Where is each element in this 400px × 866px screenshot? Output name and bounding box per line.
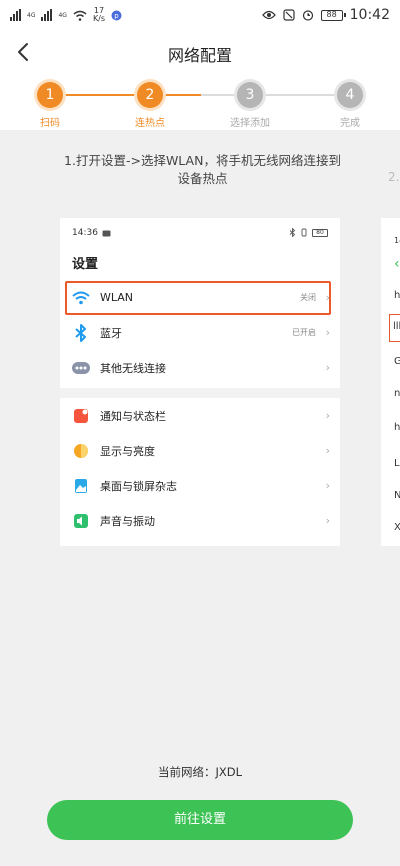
step-3: 3 选择添加	[210, 82, 290, 129]
wifi-icon	[73, 10, 87, 21]
current-network-label: 当前网络：JXDL	[157, 765, 243, 779]
settings-item-label: 桌面与锁屏杂志	[100, 479, 177, 493]
chevron-right-icon: ›	[325, 479, 330, 492]
network-speed-unit: K/s	[92, 14, 106, 23]
signal-label: 4G	[27, 11, 36, 19]
peek-text: n	[394, 388, 400, 399]
preview-battery-icon: 80	[312, 228, 328, 237]
wallpaper-icon	[72, 477, 90, 495]
step-number: 1	[37, 82, 63, 108]
progress-steps: 1 扫码 2 连热点 3 选择添加 4 完成	[0, 74, 400, 130]
page-title: 网络配置	[167, 46, 232, 65]
step-4: 4 完成	[310, 82, 390, 129]
chevron-left-icon: ‹	[394, 256, 400, 272]
next-instruction-peek: 2.	[388, 170, 400, 184]
peek-text: 14	[394, 236, 400, 245]
settings-item-label: 蓝牙	[100, 326, 122, 340]
settings-item-wallpaper[interactable]: 桌面与锁屏杂志 ›	[60, 468, 340, 503]
signal-icon	[10, 9, 21, 21]
settings-item-label: 声音与振动	[100, 514, 155, 528]
go-to-settings-button[interactable]: 前往设置	[47, 800, 353, 840]
peek-highlight: lll	[389, 314, 400, 342]
alarm-icon	[302, 10, 313, 21]
mute-icon	[283, 9, 295, 21]
instruction-text: 1.打开设置->选择WLAN，将手机无线网络连接到设备热点	[64, 153, 341, 186]
status-time: 10:42	[349, 7, 390, 23]
step-number: 3	[237, 82, 263, 108]
bluetooth-icon	[72, 323, 90, 342]
display-icon	[72, 442, 90, 460]
peek-text: h	[394, 422, 400, 433]
settings-item-label: 通知与状态栏	[100, 409, 166, 423]
peek-text: h	[394, 290, 400, 301]
app-notification-icon: p	[111, 10, 122, 20]
settings-group-display: 通知与状态栏 › 显示与亮度 › 桌面与锁屏杂志 › 声音与振动 ›	[60, 398, 340, 538]
sound-icon	[72, 512, 90, 530]
nav-header: 网络配置	[0, 30, 400, 74]
step-number: 2	[137, 82, 163, 108]
chevron-right-icon: ›	[325, 409, 330, 422]
battery-icon: 88	[320, 9, 346, 21]
preview-status-bar: 14:36	[72, 228, 111, 238]
chevron-right-icon: ›	[325, 326, 330, 339]
bluetooth-small-icon	[289, 228, 296, 237]
signal-label: 4G	[58, 11, 67, 19]
step-label: 连热点	[135, 118, 165, 129]
chevron-right-icon: ›	[325, 444, 330, 457]
settings-title: 设置	[72, 257, 99, 272]
notification-icon	[72, 407, 90, 425]
peek-text: X	[394, 522, 400, 533]
settings-item-sound[interactable]: 声音与振动 ›	[60, 503, 340, 538]
message-icon	[102, 230, 111, 236]
svg-text:p: p	[114, 12, 119, 20]
step-label: 选择添加	[230, 118, 270, 129]
preview-time: 14:36	[72, 228, 98, 238]
peek-text: N	[394, 490, 400, 501]
signal-icon	[41, 9, 53, 21]
group-divider	[60, 388, 340, 398]
chevron-right-icon: ›	[325, 361, 330, 374]
settings-item-other-wireless[interactable]: 其他无线连接 ›	[60, 350, 340, 385]
peek-text: G	[394, 356, 400, 367]
preview-status-icons: 80	[289, 228, 328, 237]
settings-item-label: 其他无线连接	[100, 361, 166, 375]
chevron-right-icon: ›	[325, 514, 330, 527]
settings-preview-card: 14:36 80 设置 WLAN 关闭 › 蓝牙 已开启 › 其他无线连接 ›	[60, 218, 340, 546]
settings-item-display[interactable]: 显示与亮度 ›	[60, 433, 340, 468]
vibrate-icon	[301, 228, 307, 237]
settings-item-notifications[interactable]: 通知与状态栏 ›	[60, 398, 340, 433]
peek-text: L	[394, 458, 400, 469]
settings-item-label: 显示与亮度	[100, 444, 155, 458]
peek-text: lll	[393, 321, 400, 332]
network-speed: 17 K/s	[93, 7, 105, 23]
wlan-highlight-box	[65, 281, 331, 315]
step-label: 扫码	[40, 118, 60, 129]
settings-item-bluetooth[interactable]: 蓝牙 已开启 ›	[60, 315, 340, 350]
settings-item-value: 已开启	[292, 328, 316, 337]
step-2: 2 连热点	[110, 82, 190, 129]
status-bar: 4G 4G 17 K/s p 88 10:42	[0, 0, 400, 30]
step-1: 1 扫码	[10, 82, 90, 129]
eye-icon	[261, 10, 276, 20]
next-step-preview-card: 14 ‹ h lll G n h L N X	[381, 218, 400, 546]
step-number: 4	[337, 82, 363, 108]
more-icon	[72, 359, 90, 377]
step-label: 完成	[340, 118, 360, 129]
